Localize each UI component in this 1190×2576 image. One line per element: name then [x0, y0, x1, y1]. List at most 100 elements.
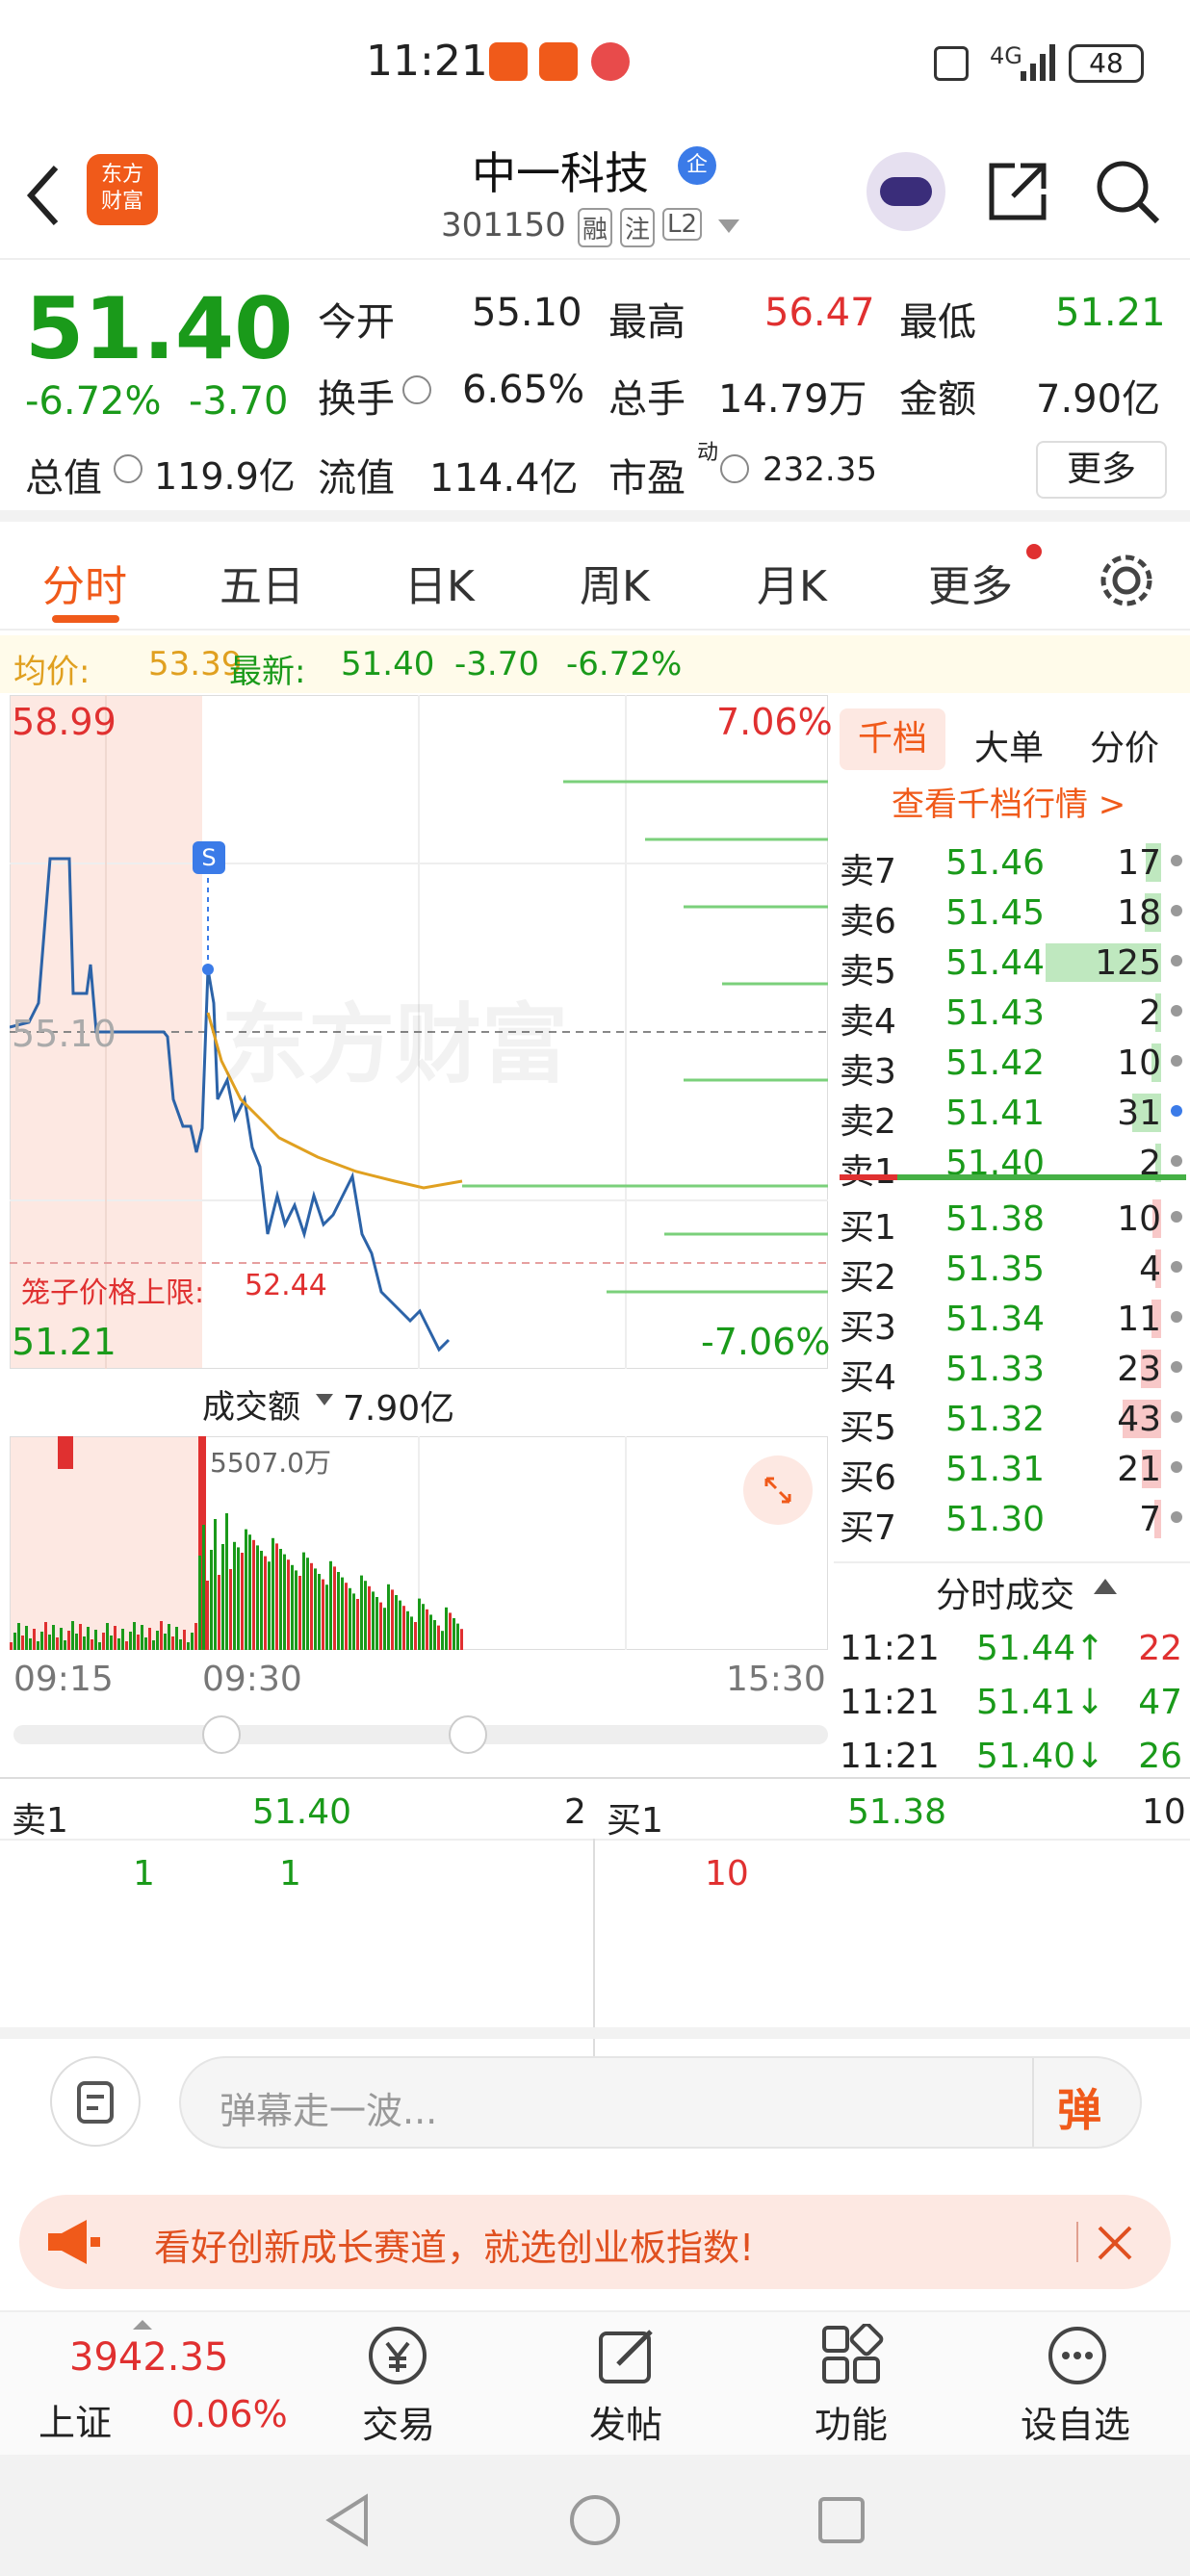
- network-type: 4G: [990, 42, 1022, 69]
- share-icon[interactable]: [986, 160, 1049, 223]
- danmu-send-button[interactable]: 弹: [1057, 2075, 1101, 2139]
- quote-panel: 51.40 -6.72% -3.70 今开 55.10 最高 56.47 最低 …: [0, 262, 1190, 522]
- volume-bar: [295, 1570, 298, 1650]
- tab-monthly-k[interactable]: 月K: [757, 552, 827, 613]
- order-dot: [1171, 1155, 1182, 1167]
- tab-five-day[interactable]: 五日: [220, 552, 304, 613]
- close-icon[interactable]: [1096, 2224, 1134, 2262]
- order-dot: [1171, 1005, 1182, 1017]
- expand-icon[interactable]: [743, 1455, 813, 1525]
- volume-bar: [441, 1631, 444, 1650]
- volume-bar: [368, 1585, 371, 1650]
- ask-row[interactable]: 卖3 51.42 10: [840, 1038, 1186, 1092]
- volume-bar: [114, 1626, 116, 1650]
- tab-depth[interactable]: 千档: [840, 708, 945, 770]
- ask-volume: 31: [1117, 1094, 1161, 1133]
- volume-bar: [322, 1579, 324, 1650]
- volume-bar: [318, 1574, 321, 1650]
- promo-banner[interactable]: 看好创新成长赛道，就选创业板指数!: [19, 2195, 1171, 2289]
- post-button[interactable]: 发帖: [568, 2312, 684, 2457]
- danmu-settings-icon[interactable]: [50, 2056, 141, 2147]
- add-watchlist-button[interactable]: 设自选: [1009, 2312, 1153, 2457]
- order-dot: [1171, 955, 1182, 966]
- volume-bar: [283, 1554, 286, 1650]
- info-icon[interactable]: [402, 375, 431, 404]
- volume-bar: [422, 1604, 425, 1650]
- mid-price-label: 55.10: [12, 1013, 116, 1055]
- ask-row[interactable]: 卖4 51.43 2: [840, 988, 1186, 1042]
- volume-chart[interactable]: 5507.0万: [10, 1436, 828, 1650]
- ask-level-label: 卖3: [840, 1052, 896, 1092]
- range-handle-left[interactable]: [202, 1715, 241, 1754]
- signal-s-marker[interactable]: S: [193, 841, 225, 874]
- volume-bar: [75, 1634, 78, 1650]
- bid-row[interactable]: 买3 51.34 11: [840, 1294, 1186, 1348]
- search-icon[interactable]: [1094, 158, 1161, 225]
- volume-bar: [329, 1560, 332, 1650]
- top-price-label: 58.99: [12, 701, 116, 743]
- info-icon[interactable]: [720, 454, 749, 483]
- ask-row[interactable]: 卖2 51.41 31: [840, 1088, 1186, 1142]
- volume-selector[interactable]: 成交额: [202, 1380, 300, 1428]
- volume-bar: [133, 1622, 136, 1650]
- bid-row[interactable]: 买4 51.33 23: [840, 1344, 1186, 1398]
- volume-bar: [141, 1625, 143, 1650]
- bid-row[interactable]: 买7 51.30 7: [840, 1494, 1186, 1548]
- info-icon[interactable]: [114, 454, 142, 483]
- tab-weekly-k[interactable]: 周K: [580, 552, 650, 613]
- bottom-toolbar: 3942.35 上证 0.06% 交易 发帖 功能 设自选: [0, 2310, 1190, 2455]
- volume-bar: [387, 1584, 390, 1650]
- volume-bar: [202, 1525, 205, 1650]
- view-depth-link[interactable]: 查看千档行情 >: [892, 778, 1125, 825]
- bid-row[interactable]: 买5 51.32 43: [840, 1394, 1186, 1448]
- volume-bar: [306, 1558, 309, 1650]
- ask-row[interactable]: 卖1 51.40 2: [840, 1138, 1186, 1192]
- nav-recent-icon[interactable]: [816, 2495, 867, 2545]
- ask-row[interactable]: 卖5 51.44 125: [840, 938, 1186, 992]
- range-handle-right[interactable]: [449, 1715, 487, 1754]
- bid-volume: 43: [1117, 1400, 1161, 1439]
- volume-bar: [260, 1551, 263, 1650]
- high-label: 最高: [608, 300, 686, 345]
- danmu-input[interactable]: 弹幕走一波... 弹: [179, 2056, 1142, 2149]
- volume-bar: [160, 1621, 163, 1650]
- volume-bar: [345, 1583, 348, 1650]
- bid-row[interactable]: 买1 51.38 10: [840, 1194, 1186, 1248]
- volume-bar: [198, 1556, 201, 1650]
- volume-bar: [437, 1625, 440, 1650]
- index-ticker[interactable]: 3942.35 上证 0.06%: [0, 2312, 289, 2457]
- tab-daily-k[interactable]: 日K: [404, 552, 475, 613]
- time-range-scrollbar[interactable]: [13, 1715, 828, 1754]
- chevron-up-icon[interactable]: [1094, 1579, 1117, 1594]
- chevron-down-icon[interactable]: [718, 219, 739, 233]
- cage-limit-value: 52.44: [245, 1269, 327, 1302]
- registration-tag: 注: [620, 208, 656, 247]
- volume-bar: [218, 1575, 220, 1650]
- bid-row[interactable]: 买6 51.31 21: [840, 1444, 1186, 1498]
- chevron-down-icon[interactable]: [316, 1394, 333, 1405]
- intraday-chart[interactable]: S 东方财富 58.99 7.06% 55.10 51.21 -7.06% 笼子…: [10, 695, 833, 1369]
- bid-volume: 4: [1139, 1249, 1161, 1289]
- nav-home-icon[interactable]: [568, 2493, 622, 2547]
- more-button[interactable]: 更多: [1036, 441, 1167, 499]
- nav-back-icon[interactable]: [323, 2493, 372, 2547]
- trade-button[interactable]: 交易: [341, 2312, 456, 2457]
- back-icon[interactable]: [23, 162, 62, 229]
- volume-bar: [164, 1634, 167, 1650]
- tab-intraday[interactable]: 分时: [42, 552, 127, 613]
- settings-gear-icon[interactable]: [1098, 552, 1155, 609]
- volume-bar: [137, 1635, 140, 1650]
- pe-value: 232.35: [763, 451, 877, 489]
- tab-more[interactable]: 更多: [928, 552, 1013, 613]
- bid-row[interactable]: 买2 51.35 4: [840, 1244, 1186, 1298]
- tab-big-order[interactable]: 大单: [974, 720, 1044, 770]
- trades-title: 分时成交: [936, 1576, 1075, 1615]
- ask-row[interactable]: 卖7 51.46 17: [840, 837, 1186, 891]
- tab-price-dist[interactable]: 分价: [1090, 720, 1159, 770]
- function-button[interactable]: 功能: [793, 2312, 909, 2457]
- assistant-avatar[interactable]: [867, 152, 945, 231]
- queue-order: 1: [133, 1854, 155, 1893]
- ask-volume: 17: [1117, 843, 1161, 883]
- ask-row[interactable]: 卖6 51.45 18: [840, 888, 1186, 941]
- volume-bar: [248, 1534, 251, 1650]
